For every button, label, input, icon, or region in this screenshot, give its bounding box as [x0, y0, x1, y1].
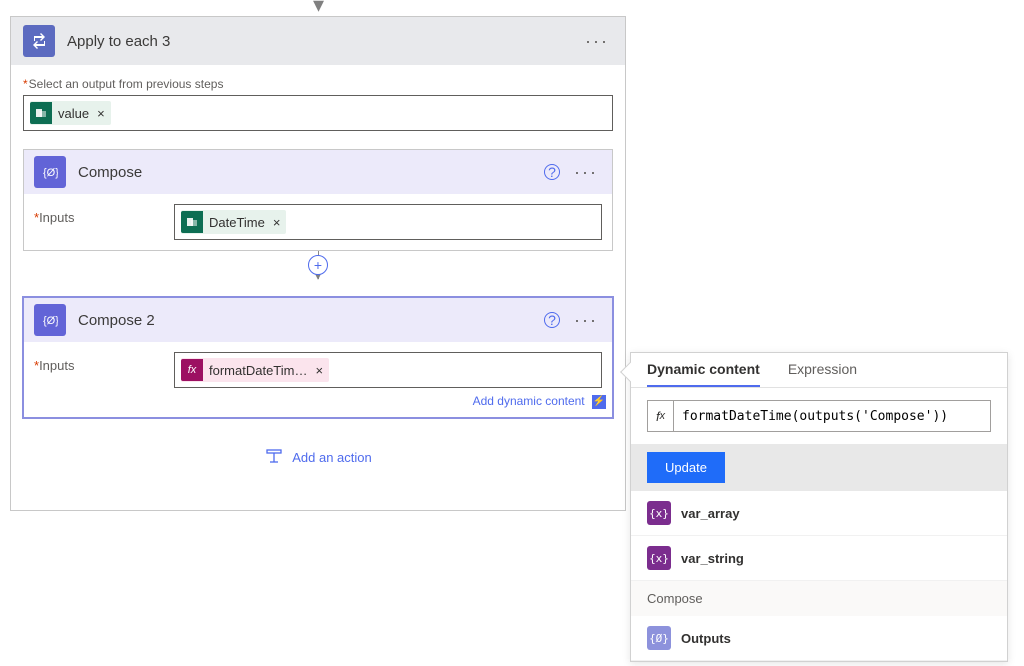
apply-to-each-title: Apply to each 3 — [67, 33, 581, 50]
compose2-title: Compose 2 — [78, 312, 544, 329]
tab-expression[interactable]: Expression — [788, 361, 857, 387]
expression-input[interactable] — [674, 409, 990, 424]
compose2-card: {Ø} Compose 2 ? ··· *Inputs fx formatDat… — [23, 297, 613, 418]
connector: + ▾ — [23, 251, 613, 279]
svg-text:{Ø}: {Ø} — [43, 315, 58, 327]
token-datetime[interactable]: DateTime × — [181, 210, 286, 234]
flow-arrow-in: ▾ — [313, 0, 324, 18]
token-datetime-remove[interactable]: × — [271, 215, 287, 230]
expression-row: fx — [647, 400, 991, 432]
compose-icon: {Ø} — [34, 156, 66, 188]
compose2-menu[interactable]: ··· — [570, 306, 602, 335]
dcp-item-var-string[interactable]: {x} var_string — [631, 536, 1007, 581]
variable-icon: {x} — [647, 546, 671, 570]
tab-dynamic-content[interactable]: Dynamic content — [647, 361, 760, 387]
token-expression[interactable]: fx formatDateTim… × — [181, 358, 329, 382]
fx-label-icon: fx — [648, 401, 674, 431]
token-value-remove[interactable]: × — [95, 106, 111, 121]
token-expression-remove[interactable]: × — [313, 363, 329, 378]
compose-menu[interactable]: ··· — [570, 158, 602, 187]
compose-icon: {Ø} — [647, 626, 671, 650]
compose-help-icon[interactable]: ? — [544, 164, 560, 180]
compose-icon: {Ø} — [34, 304, 66, 336]
variable-icon: {x} — [647, 501, 671, 525]
compose-title: Compose — [78, 164, 544, 181]
compose-inputs-field[interactable]: DateTime × — [174, 204, 602, 240]
update-button[interactable]: Update — [647, 452, 725, 483]
sharepoint-icon — [30, 102, 52, 124]
compose2-inputs-label: *Inputs — [34, 352, 174, 373]
output-select-label: *Select an output from previous steps — [23, 77, 613, 91]
fx-icon: fx — [181, 359, 203, 381]
compose2-inputs-field[interactable]: fx formatDateTim… × — [174, 352, 602, 388]
update-row: Update — [631, 444, 1007, 491]
token-value[interactable]: value × — [30, 101, 111, 125]
svg-text:{Ø}: {Ø} — [43, 167, 58, 179]
dcp-item-outputs[interactable]: {Ø} Outputs — [631, 616, 1007, 661]
dynamic-content-badge-icon[interactable]: ⚡ — [592, 395, 606, 409]
apply-to-each-menu[interactable]: ··· — [581, 27, 613, 56]
dcp-section-compose: Compose — [631, 581, 1007, 616]
compose2-help-icon[interactable]: ? — [544, 312, 560, 328]
apply-to-each-card: Apply to each 3 ··· *Select an output fr… — [10, 16, 626, 511]
dcp-item-var-array[interactable]: {x} var_array — [631, 491, 1007, 536]
add-action-button[interactable]: Add an action — [23, 418, 613, 498]
loop-icon — [23, 25, 55, 57]
compose-header[interactable]: {Ø} Compose ? ··· — [24, 150, 612, 194]
output-select-field[interactable]: value × — [23, 95, 613, 131]
add-dynamic-content-link[interactable]: Add dynamic content — [473, 394, 585, 408]
apply-to-each-header[interactable]: Apply to each 3 ··· — [11, 17, 625, 65]
compose-card: {Ø} Compose ? ··· *Inputs — [23, 149, 613, 251]
compose-inputs-label: *Inputs — [34, 204, 174, 225]
compose2-header[interactable]: {Ø} Compose 2 ? ··· — [24, 298, 612, 342]
sharepoint-icon — [181, 211, 203, 233]
add-step-button[interactable]: + — [308, 255, 328, 275]
dynamic-content-panel: Dynamic content Expression fx Update {x}… — [630, 352, 1008, 662]
